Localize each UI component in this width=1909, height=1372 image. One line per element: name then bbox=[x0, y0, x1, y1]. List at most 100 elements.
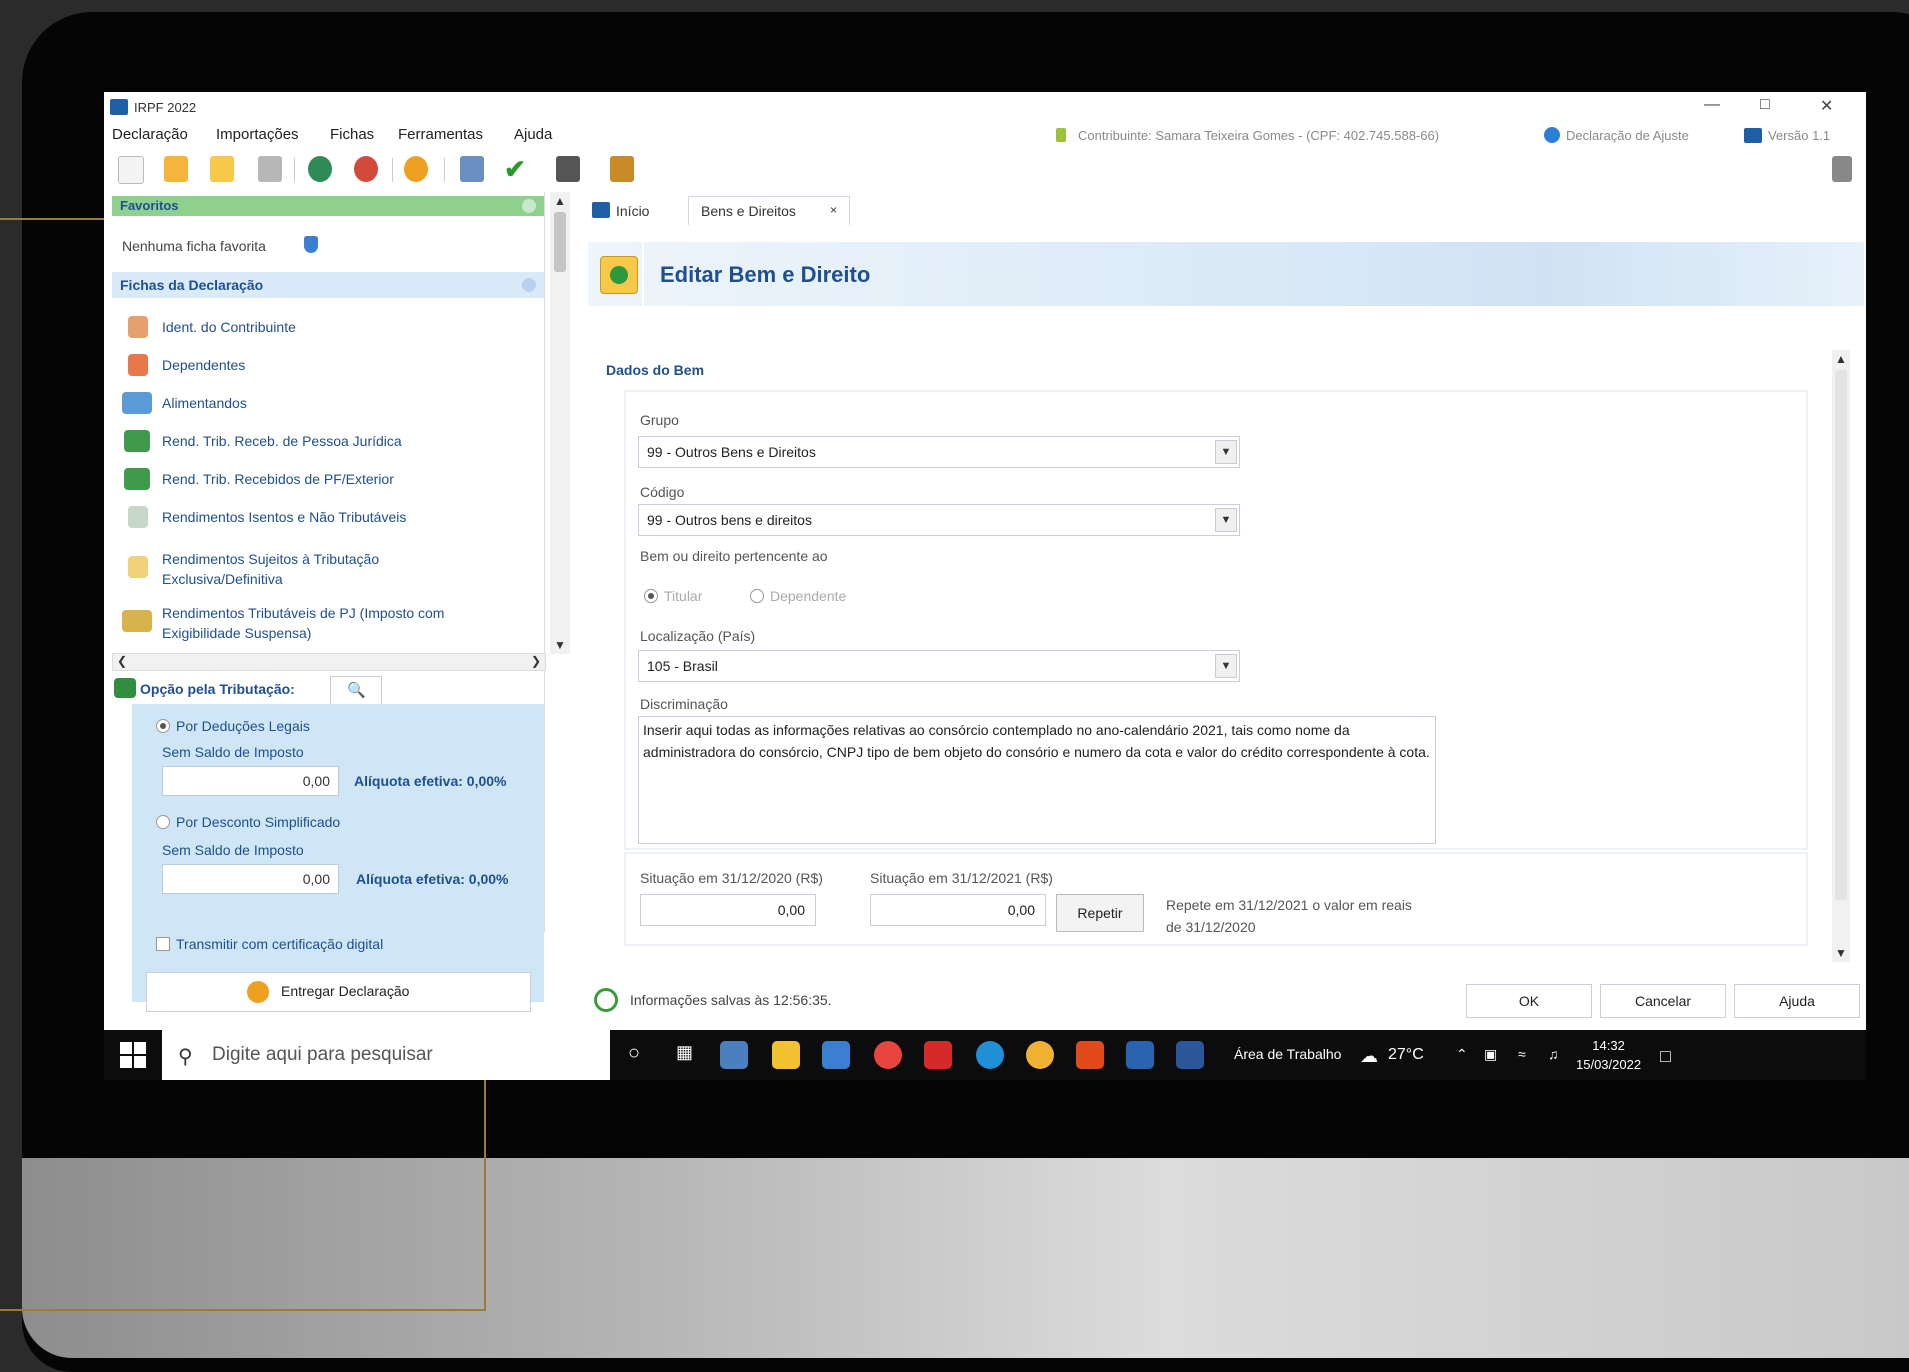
tab-bens-direitos[interactable]: Bens e Direitos × bbox=[688, 196, 850, 225]
fichas-header[interactable]: Fichas da Declaração bbox=[112, 272, 544, 298]
tab-bar: Início Bens e Direitos × bbox=[584, 192, 1864, 225]
desktop-toolbar[interactable]: Área de Trabalho bbox=[1234, 1046, 1341, 1062]
scroll-thumb[interactable] bbox=[554, 212, 566, 272]
collapse-icon[interactable] bbox=[522, 199, 536, 213]
menu-declaracao[interactable]: Declaração bbox=[112, 126, 188, 143]
folder-icon[interactable] bbox=[210, 156, 234, 182]
tab-inicio[interactable]: Início bbox=[584, 196, 676, 224]
banner-divider bbox=[642, 242, 644, 306]
localizacao-select[interactable]: 105 - Brasil ▼ bbox=[638, 650, 1240, 682]
taskbar-clock[interactable]: 14:32 15/03/2022 bbox=[1576, 1036, 1641, 1074]
chrome-icon[interactable] bbox=[874, 1041, 902, 1069]
notification-icon[interactable]: □ bbox=[1660, 1046, 1671, 1067]
chevron-down-icon[interactable]: ▼ bbox=[1215, 508, 1237, 532]
menu-ferramentas[interactable]: Ferramentas bbox=[398, 126, 483, 143]
chrome-canary-icon[interactable] bbox=[1026, 1041, 1054, 1069]
grupo-select[interactable]: 99 - Outros Bens e Direitos ▼ bbox=[638, 436, 1240, 468]
discriminacao-label: Discriminação bbox=[640, 696, 728, 712]
collapse-icon[interactable] bbox=[522, 278, 536, 292]
verify-check-icon[interactable]: ✔ bbox=[504, 156, 528, 182]
minimize-button[interactable]: — bbox=[1704, 96, 1720, 114]
menu-ajuda[interactable]: Ajuda bbox=[514, 126, 552, 143]
sit2020-input[interactable]: 0,00 bbox=[640, 894, 816, 926]
temperature[interactable]: 27°C bbox=[1388, 1046, 1424, 1064]
exempt-income-icon bbox=[128, 506, 148, 528]
person-icon bbox=[128, 316, 148, 338]
deducoes-value-field: 0,00 bbox=[162, 766, 339, 796]
radio-dependente[interactable]: Dependente bbox=[750, 588, 846, 604]
scroll-up-icon[interactable]: ▲ bbox=[1835, 352, 1847, 366]
transmitir-checkbox[interactable]: Transmitir com certificação digital bbox=[156, 936, 383, 952]
clock-time: 14:32 bbox=[1592, 1038, 1625, 1053]
sit2021-input[interactable]: 0,00 bbox=[870, 894, 1046, 926]
discriminacao-textarea[interactable]: Inserir aqui todas as informações relati… bbox=[638, 716, 1436, 844]
weather-icon[interactable]: ☁ bbox=[1360, 1046, 1378, 1067]
close-button[interactable]: ✕ bbox=[1820, 96, 1833, 116]
edge-icon[interactable] bbox=[976, 1041, 1004, 1069]
monitor-base bbox=[22, 1158, 1909, 1358]
network-icon[interactable]: ▣ bbox=[1484, 1046, 1497, 1063]
wifi-icon[interactable]: ≈ bbox=[1518, 1046, 1526, 1062]
localizacao-label: Localização (País) bbox=[640, 628, 756, 644]
close-tab-icon[interactable]: × bbox=[830, 203, 837, 217]
gift-app-icon[interactable] bbox=[924, 1041, 952, 1069]
irpf-taskbar-icon[interactable] bbox=[1126, 1041, 1154, 1069]
chevron-down-icon[interactable]: ▼ bbox=[1215, 654, 1237, 678]
transfer-icon[interactable] bbox=[354, 156, 378, 182]
menu-fichas[interactable]: Fichas bbox=[330, 126, 374, 143]
form-vertical-scrollbar[interactable]: ▲ ▼ bbox=[1832, 350, 1850, 962]
entregar-declaracao-button[interactable]: Entregar Declaração bbox=[146, 972, 531, 1012]
opcao-search-button[interactable]: 🔍 bbox=[330, 676, 382, 706]
radio-titular[interactable]: Titular bbox=[644, 588, 702, 604]
scroll-down-icon[interactable]: ▼ bbox=[554, 638, 566, 652]
menu-importacoes[interactable]: Importações bbox=[216, 126, 299, 143]
left-vertical-scrollbar[interactable]: ▲ ▼ bbox=[550, 192, 570, 654]
task-view-icon[interactable]: ▦ bbox=[676, 1042, 693, 1063]
tax-option-icon bbox=[114, 678, 136, 698]
ajuda-button[interactable]: Ajuda bbox=[1734, 984, 1860, 1018]
weather-app-icon[interactable] bbox=[720, 1041, 748, 1069]
chevron-down-icon[interactable]: ▼ bbox=[1215, 440, 1237, 464]
volume-icon[interactable]: ♫ bbox=[1548, 1046, 1559, 1062]
word-icon[interactable] bbox=[1176, 1041, 1204, 1069]
radio-desconto-simplificado[interactable]: Por Desconto Simplificado bbox=[156, 814, 340, 830]
import-icon[interactable] bbox=[308, 156, 332, 182]
maximize-button[interactable]: □ bbox=[1760, 96, 1770, 114]
file-explorer-icon[interactable] bbox=[772, 1041, 800, 1069]
cortana-icon[interactable]: ○ bbox=[628, 1042, 640, 1065]
exit-icon[interactable] bbox=[1832, 156, 1852, 182]
horizontal-scrollbar[interactable]: ❮ ❯ bbox=[112, 653, 546, 671]
office-icon[interactable] bbox=[1076, 1041, 1104, 1069]
repetir-button[interactable]: Repetir bbox=[1056, 894, 1144, 932]
chevron-up-icon[interactable]: ⌃ bbox=[1456, 1046, 1468, 1063]
globe-icon[interactable] bbox=[404, 156, 428, 182]
calculator-icon[interactable] bbox=[556, 156, 580, 182]
radio-deducoes-legais[interactable]: Por Deduções Legais bbox=[156, 718, 310, 734]
toolbar: ✔ bbox=[104, 148, 1866, 190]
favoritos-header[interactable]: Favoritos bbox=[112, 196, 544, 216]
scroll-up-icon[interactable]: ▲ bbox=[554, 194, 566, 208]
book-icon[interactable] bbox=[610, 156, 634, 182]
scroll-right-icon[interactable]: ❯ bbox=[531, 654, 541, 668]
irpf-app-icon bbox=[110, 99, 128, 115]
ok-button[interactable]: OK bbox=[1466, 984, 1592, 1018]
simplificado-aliquota: Alíquota efetiva: 0,00% bbox=[356, 871, 509, 887]
radio-off-icon bbox=[750, 589, 764, 603]
scroll-thumb[interactable] bbox=[1835, 370, 1847, 900]
scroll-down-icon[interactable]: ▼ bbox=[1835, 946, 1847, 960]
print-icon[interactable] bbox=[460, 156, 484, 182]
scroll-left-icon[interactable]: ❮ bbox=[117, 654, 127, 668]
trash-icon[interactable] bbox=[258, 156, 282, 182]
open-folder-icon[interactable] bbox=[164, 156, 188, 182]
cancelar-button[interactable]: Cancelar bbox=[1600, 984, 1726, 1018]
magnifier-icon: 🔍 bbox=[347, 682, 366, 699]
store-icon[interactable] bbox=[822, 1041, 850, 1069]
windows-start-icon[interactable] bbox=[120, 1042, 146, 1068]
income-pj-icon bbox=[124, 430, 150, 452]
money-icon bbox=[600, 256, 638, 294]
taskbar-search-input[interactable]: ⚲ Digite aqui para pesquisar bbox=[162, 1030, 610, 1080]
codigo-select[interactable]: 99 - Outros bens e direitos ▼ bbox=[638, 504, 1240, 536]
new-file-icon[interactable] bbox=[118, 156, 144, 184]
radio-on-icon bbox=[644, 589, 658, 603]
dependents-icon bbox=[128, 354, 148, 376]
